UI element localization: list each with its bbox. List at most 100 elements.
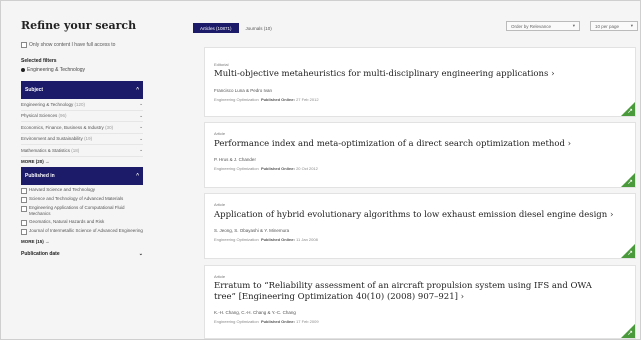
remove-filter-icon[interactable] (21, 68, 25, 72)
subject-item[interactable]: Engineering & Technology (120) ⌄ (21, 99, 143, 111)
subject-item[interactable]: Mathematics & Statistics (18) ⌄ (21, 145, 143, 157)
chevron-down-icon: ⌄ (139, 112, 143, 118)
subject-item-label: Environment and Sustainability (21, 136, 83, 142)
per-page-select[interactable]: 10 per page ▾ (590, 21, 638, 31)
subject-item-count: (18) (71, 147, 80, 153)
article-type: Article (214, 202, 226, 207)
article-authors: Francisco Luna & Pedro Ivan (214, 88, 273, 93)
access-mark-icon: ↗ (627, 250, 633, 257)
chevron-right-icon: › (609, 210, 614, 220)
order-by-select[interactable]: Order by Relevance ▾ (506, 21, 580, 31)
page-frame: Refine your search Only show content I h… (0, 0, 641, 340)
article-title[interactable]: Application of hybrid evolutionary algor… (214, 210, 614, 221)
published-in-facet-header[interactable]: Published in ^ (21, 166, 143, 185)
subject-item-label: Economics, Finance, Business & Industry (21, 124, 104, 130)
subject-item-count: (19) (84, 136, 93, 142)
access-mark-icon: ↗ (627, 108, 633, 115)
chevron-down-icon: ⌄ (138, 250, 143, 257)
published-label: Published Online: (260, 319, 295, 324)
published-date: 17 Feb 2009 (296, 319, 319, 324)
subject-item[interactable]: Economics, Finance, Business & Industry … (21, 122, 143, 134)
publication-item[interactable]: Geomatics, Natural Hazards and Risk (21, 219, 143, 226)
article-meta: Engineering Optimization Published Onlin… (214, 97, 319, 102)
publication-checkbox[interactable] (21, 219, 27, 226)
article-meta: Engineering Optimization Published Onlin… (214, 166, 318, 171)
article-meta: Engineering Optimization Published Onlin… (214, 319, 319, 324)
article-authors: P. Hrus & J. Chander (214, 157, 256, 162)
selected-filter[interactable]: Engineering & Technology (21, 67, 143, 73)
subject-item-label: Mathematics & Statistics (21, 147, 71, 153)
per-page-label: 10 per page (595, 23, 620, 29)
refine-sidebar: Refine your search Only show content I h… (21, 13, 143, 257)
chevron-down-icon: ⌄ (139, 101, 143, 107)
refine-title: Refine your search (21, 19, 137, 32)
article-authors: K.-H. Chang, C.-H. Chang & Y.-C. Chang (214, 310, 296, 315)
full-access-filter[interactable]: Only show content I have full access to (21, 42, 143, 48)
published-date: 27 Feb 2012 (296, 97, 319, 102)
result-card: Article Application of hybrid evolutiona… (204, 193, 636, 259)
publication-item[interactable]: Science and Technology of Advanced Mater… (21, 196, 143, 203)
article-title[interactable]: Performance index and meta-optimization … (214, 139, 614, 150)
chevron-up-icon: ^ (136, 172, 139, 179)
publication-item[interactable]: Engineering Applications of Computationa… (21, 205, 143, 217)
chevron-up-icon: ^ (136, 87, 139, 93)
journal-name[interactable]: Engineering Optimization (214, 319, 259, 324)
chevron-down-icon: ⌄ (139, 124, 143, 130)
more-publications-link[interactable]: MORE (15) → (21, 237, 143, 247)
tab-articles[interactable]: Articles (10871) (193, 23, 239, 33)
article-meta: Engineering Optimization Published Onlin… (214, 237, 318, 242)
publication-label: Geomatics, Natural Hazards and Risk (29, 218, 105, 224)
journal-name[interactable]: Engineering Optimization (214, 166, 259, 171)
publication-checkbox[interactable] (21, 228, 27, 235)
subject-item[interactable]: Environment and Sustainability (19) ⌄ (21, 134, 143, 145)
results-tabs: Articles (10871) Journals (10) (193, 23, 279, 33)
publication-date-facet[interactable]: Publication date ⌄ (21, 251, 143, 257)
order-by-label: Order by Relevance (511, 23, 552, 29)
subject-facet-header[interactable]: Subject ^ (21, 81, 143, 99)
full-access-checkbox[interactable] (21, 42, 27, 48)
full-access-label: Only show content I have full access to (29, 42, 116, 48)
chevron-right-icon: › (460, 292, 465, 302)
publication-date-label: Publication date (21, 250, 60, 257)
journal-name[interactable]: Engineering Optimization (214, 97, 259, 102)
article-authors: S. Jeong, S. Obayashi & Y. Minemura (214, 228, 290, 233)
result-card: Article Performance index and meta-optim… (204, 122, 636, 188)
publication-checkbox[interactable] (21, 187, 27, 194)
chevron-down-icon: ⌄ (139, 147, 143, 153)
result-card: Editorial Multi-objective metaheuristics… (204, 47, 636, 117)
subject-item[interactable]: Physical Sciences (96) ⌄ (21, 111, 143, 122)
subject-item-label: Engineering & Technology (21, 101, 74, 107)
selected-filters-title: Selected filters (21, 58, 57, 64)
chevron-right-icon: › (567, 139, 572, 149)
subject-facet-label: Subject (25, 87, 44, 93)
article-title-text[interactable]: Application of hybrid evolutionary algor… (214, 210, 607, 220)
subject-item-label: Physical Sciences (21, 113, 58, 119)
chevron-right-icon: › (551, 69, 555, 79)
published-in-label: Published in (25, 172, 55, 179)
publication-checkbox[interactable] (21, 196, 27, 203)
chevron-down-icon: ⌄ (139, 135, 143, 141)
access-mark-icon: ↗ (627, 179, 633, 186)
article-type: Editorial (214, 62, 229, 67)
publication-checkbox[interactable] (21, 205, 27, 212)
article-title[interactable]: Multi-objective metaheuristics for multi… (214, 69, 614, 80)
journal-name[interactable]: Engineering Optimization (214, 237, 259, 242)
publication-label: Journal of Intermetallic Science of Adva… (29, 227, 143, 233)
publication-item[interactable]: Journal of Intermetallic Science of Adva… (21, 228, 143, 235)
chevron-down-icon: ▾ (572, 23, 575, 28)
article-title[interactable]: Erratum to “Reliability assessment of an… (214, 281, 614, 303)
article-title-text[interactable]: Erratum to “Reliability assessment of an… (214, 281, 592, 302)
selected-filter-label: Engineering & Technology (27, 67, 86, 73)
published-label: Published Online: (260, 166, 295, 171)
article-title-text[interactable]: Performance index and meta-optimization … (214, 139, 565, 149)
publication-label: Harvard Science and Technology (29, 186, 95, 192)
subject-item-count: (30) (105, 124, 114, 130)
subject-item-count: (96) (58, 113, 67, 119)
access-mark-icon: ↗ (627, 330, 633, 337)
more-subjects-link[interactable]: MORE (20) → (21, 157, 143, 167)
publication-item[interactable]: Harvard Science and Technology (21, 187, 143, 194)
result-card: Article Erratum to “Reliability assessme… (204, 265, 636, 339)
tab-journals[interactable]: Journals (10) (239, 23, 279, 33)
article-title-text[interactable]: Multi-objective metaheuristics for multi… (214, 69, 548, 79)
published-label: Published Online: (260, 97, 295, 102)
